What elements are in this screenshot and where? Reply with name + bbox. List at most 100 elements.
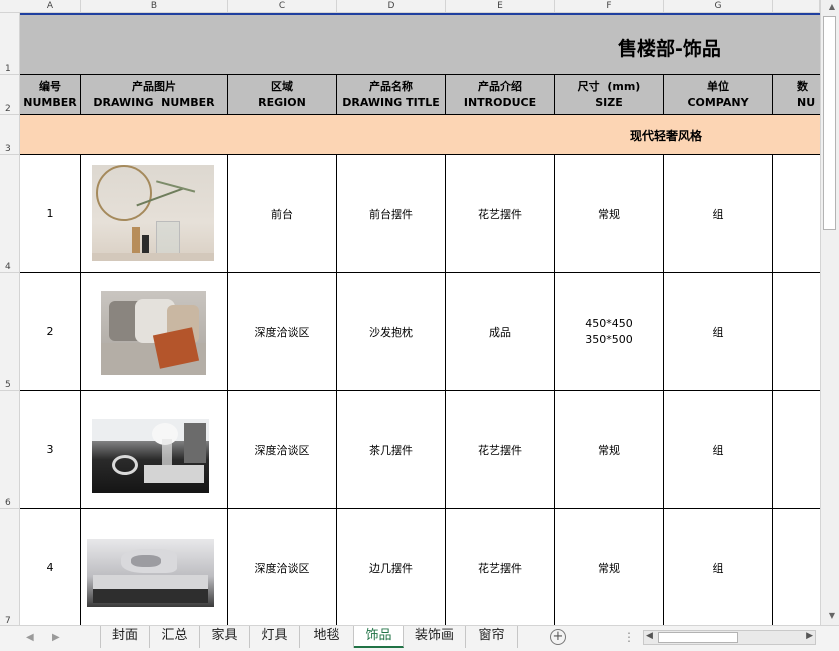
column-header-a[interactable]: A — [20, 0, 81, 13]
tab-cover[interactable]: 封面 — [100, 626, 150, 648]
header-title-cn: 产品名称 — [369, 79, 413, 93]
tab-curtains[interactable]: 窗帘 — [466, 626, 518, 648]
header-region[interactable]: 区域 REGION — [228, 75, 337, 115]
column-header-b[interactable]: B — [81, 0, 228, 13]
cell-size-3[interactable]: 常规 — [555, 391, 664, 509]
cell-title-2[interactable]: 沙发抱枕 — [337, 273, 446, 391]
title-band[interactable]: 售楼部-饰品 — [20, 13, 820, 75]
row-header-2[interactable]: 2 — [0, 75, 20, 115]
header-quantity[interactable]: 数 NU — [773, 75, 820, 115]
vertical-scrollbar[interactable]: ▲ ▼ — [820, 0, 839, 625]
header-company-cn: 单位 — [707, 79, 729, 93]
product-image-2[interactable] — [101, 291, 206, 375]
product-image-4[interactable] — [87, 539, 214, 607]
cell-region-4[interactable]: 深度洽谈区 — [228, 509, 337, 625]
cell-title-3[interactable]: 茶几摆件 — [337, 391, 446, 509]
row-header-7[interactable]: 7 — [0, 509, 20, 627]
cell-size-4[interactable]: 常规 — [555, 509, 664, 625]
cell-introduce-2[interactable]: 成品 — [446, 273, 555, 391]
cell-size-2-line2: 350*500 — [585, 332, 633, 346]
row-header-bar: 1 2 3 4 5 6 7 — [0, 13, 20, 627]
header-number-cn: 编号 — [39, 79, 61, 93]
row-header-1[interactable]: 1 — [0, 13, 20, 75]
header-region-cn: 区域 — [271, 79, 293, 93]
cell-company-4[interactable]: 组 — [664, 509, 773, 625]
cell-quantity-1[interactable] — [773, 155, 820, 273]
row-header-6[interactable]: 6 — [0, 391, 20, 509]
product-image-1[interactable] — [92, 165, 214, 261]
cell-region-3[interactable]: 深度洽谈区 — [228, 391, 337, 509]
tab-furniture[interactable]: 家具 — [200, 626, 250, 648]
vertical-scroll-thumb[interactable] — [823, 16, 836, 230]
scroll-right-icon[interactable]: ▶ — [806, 631, 813, 641]
cell-title-1[interactable]: 前台摆件 — [337, 155, 446, 273]
cell-company-1[interactable]: 组 — [664, 155, 773, 273]
cell-size-1[interactable]: 常规 — [555, 155, 664, 273]
tab-paintings[interactable]: 装饰画 — [404, 626, 466, 648]
style-label: 现代轻奢风格 — [630, 129, 703, 143]
header-image-cn: 产品图片 — [132, 79, 176, 93]
header-company-en: COMPANY — [687, 95, 749, 109]
header-number-en: NUMBER — [23, 95, 77, 109]
product-image-3[interactable] — [92, 419, 209, 493]
tab-summary[interactable]: 汇总 — [150, 626, 200, 648]
cell-company-2[interactable]: 组 — [664, 273, 773, 391]
horizontal-scroll-thumb[interactable] — [658, 632, 738, 643]
row-header-5[interactable]: 5 — [0, 273, 20, 391]
cell-introduce-1[interactable]: 花艺摆件 — [446, 155, 555, 273]
sheet-title: 售楼部-饰品 — [618, 38, 721, 60]
header-company[interactable]: 单位 COMPANY — [664, 75, 773, 115]
cell-number-4[interactable]: 4 — [20, 509, 81, 625]
cell-region-2[interactable]: 深度洽谈区 — [228, 273, 337, 391]
header-size[interactable]: 尺寸 (mm) SIZE — [555, 75, 664, 115]
row-header-4[interactable]: 4 — [0, 155, 20, 273]
cell-quantity-4[interactable] — [773, 509, 820, 625]
tab-carpet[interactable]: 地毯 — [300, 626, 354, 648]
tab-accessories[interactable]: 饰品 — [354, 626, 404, 648]
scroll-up-icon[interactable]: ▲ — [829, 2, 835, 11]
style-band[interactable]: 现代轻奢风格 — [20, 115, 820, 155]
header-image-en: DRAWING NUMBER — [93, 95, 215, 109]
column-header-h[interactable] — [773, 0, 820, 13]
tab-lighting[interactable]: 灯具 — [250, 626, 300, 648]
sheet-tab-bar: ◀ ▶ 封面 汇总 家具 灯具 地毯 饰品 装饰画 窗帘 + ⋮ ◀ ▶ — [0, 625, 839, 651]
cell-introduce-3[interactable]: 花艺摆件 — [446, 391, 555, 509]
column-header-f[interactable]: F — [555, 0, 664, 13]
scroll-left-icon[interactable]: ◀ — [646, 631, 653, 641]
header-title[interactable]: 产品名称 DRAWING TITLE — [337, 75, 446, 115]
cell-region-1[interactable]: 前台 — [228, 155, 337, 273]
cell-size-2-line1: 450*450 — [585, 316, 633, 330]
column-header-e[interactable]: E — [446, 0, 555, 13]
prev-sheet-icon[interactable]: ◀ — [26, 632, 34, 643]
column-header-d[interactable]: D — [337, 0, 446, 13]
header-number[interactable]: 编号 NUMBER — [20, 75, 81, 115]
cell-quantity-3[interactable] — [773, 391, 820, 509]
header-introduce-en: INTRODUCE — [463, 95, 537, 109]
header-introduce[interactable]: 产品介绍 INTRODUCE — [446, 75, 555, 115]
cell-title-4[interactable]: 边几摆件 — [337, 509, 446, 625]
header-title-en: DRAWING TITLE — [342, 95, 440, 109]
column-header-c[interactable]: C — [228, 0, 337, 13]
horizontal-scrollbar[interactable]: ◀ ▶ — [643, 630, 816, 645]
add-sheet-icon[interactable]: + — [550, 629, 566, 645]
header-quantity-cn: 数 — [797, 79, 808, 93]
more-options-icon[interactable]: ⋮ — [623, 630, 635, 644]
cell-company-3[interactable]: 组 — [664, 391, 773, 509]
cell-size-2[interactable]: 450*450 350*500 — [555, 273, 664, 391]
cell-introduce-4[interactable]: 花艺摆件 — [446, 509, 555, 625]
next-sheet-icon[interactable]: ▶ — [52, 632, 60, 643]
spreadsheet-grid[interactable]: 售楼部-饰品 编号 NUMBER 产品图片 DRAWING NUMBER 区域 … — [20, 13, 820, 625]
cell-quantity-2[interactable] — [773, 273, 820, 391]
row-header-3[interactable]: 3 — [0, 115, 20, 155]
scroll-down-icon[interactable]: ▼ — [829, 611, 835, 620]
header-image[interactable]: 产品图片 DRAWING NUMBER — [81, 75, 228, 115]
cell-image-4[interactable] — [81, 509, 228, 625]
column-header-bar: A B C D E F G — [0, 0, 820, 13]
column-header-g[interactable]: G — [664, 0, 773, 13]
cell-image-3[interactable] — [81, 391, 228, 509]
cell-image-2[interactable] — [81, 273, 228, 391]
cell-image-1[interactable] — [81, 155, 228, 273]
cell-number-2[interactable]: 2 — [20, 273, 81, 391]
cell-number-1[interactable]: 1 — [20, 155, 81, 273]
cell-number-3[interactable]: 3 — [20, 391, 81, 509]
